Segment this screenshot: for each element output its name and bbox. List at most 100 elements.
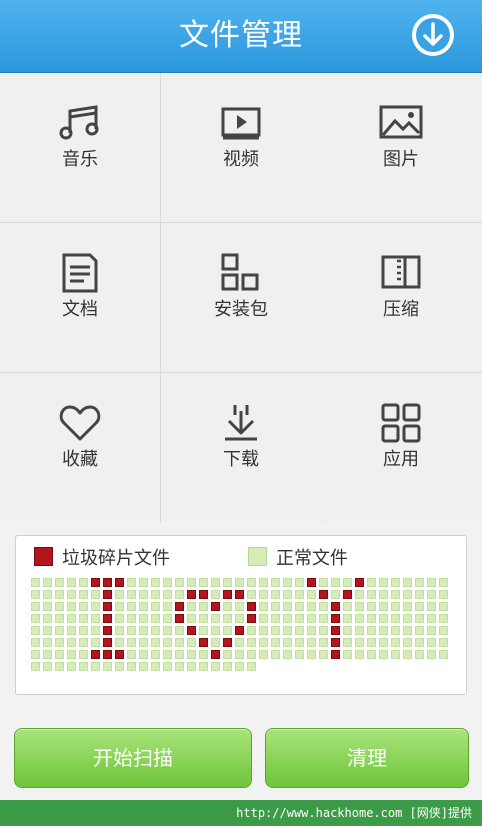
normal-block — [247, 650, 256, 659]
normal-block — [67, 650, 76, 659]
normal-block — [199, 614, 208, 623]
category-downloads[interactable]: 下载 — [161, 373, 321, 522]
normal-block — [427, 590, 436, 599]
normal-block — [175, 638, 184, 647]
category-documents[interactable]: 文档 — [0, 223, 160, 372]
category-label: 图片 — [383, 149, 419, 170]
normal-block — [415, 578, 424, 587]
category-label: 视频 — [223, 149, 259, 170]
normal-block — [379, 650, 388, 659]
download-circle-icon[interactable] — [410, 12, 456, 58]
category-pictures[interactable]: 图片 — [321, 73, 481, 222]
junk-block — [331, 626, 340, 635]
normal-block — [403, 590, 412, 599]
normal-block — [115, 626, 124, 635]
normal-block — [175, 626, 184, 635]
normal-block — [379, 602, 388, 611]
category-apps[interactable]: 应用 — [321, 373, 481, 522]
watermark-text: http://www.hackhome.com [网侠]提供 — [236, 806, 472, 820]
junk-block — [223, 590, 232, 599]
normal-block — [31, 638, 40, 647]
normal-block — [403, 650, 412, 659]
normal-block — [307, 590, 316, 599]
normal-block — [259, 626, 268, 635]
normal-block — [427, 638, 436, 647]
normal-block — [67, 662, 76, 671]
normal-block — [127, 602, 136, 611]
normal-block — [187, 602, 196, 611]
junk-block — [175, 602, 184, 611]
normal-block — [139, 650, 148, 659]
category-label: 音乐 — [62, 149, 98, 170]
normal-block — [439, 626, 448, 635]
normal-block — [247, 590, 256, 599]
clean-button[interactable]: 清理 — [265, 728, 469, 788]
normal-block — [307, 602, 316, 611]
normal-block — [163, 614, 172, 623]
normal-block — [379, 614, 388, 623]
normal-block — [67, 626, 76, 635]
normal-block — [67, 578, 76, 587]
normal-block — [247, 638, 256, 647]
normal-swatch — [248, 547, 267, 566]
normal-block — [343, 578, 352, 587]
category-video[interactable]: 视频 — [161, 73, 321, 222]
normal-block — [271, 614, 280, 623]
category-packages[interactable]: 安装包 — [161, 223, 321, 372]
normal-block — [91, 614, 100, 623]
normal-block — [151, 638, 160, 647]
normal-block — [319, 602, 328, 611]
normal-block — [127, 614, 136, 623]
normal-block — [331, 590, 340, 599]
normal-block — [367, 578, 376, 587]
junk-swatch — [34, 547, 53, 566]
normal-block — [403, 638, 412, 647]
normal-block — [343, 650, 352, 659]
download-arrow-icon — [225, 405, 257, 441]
normal-block — [415, 650, 424, 659]
start-scan-button[interactable]: 开始扫描 — [14, 728, 252, 788]
normal-block — [187, 638, 196, 647]
junk-block — [199, 590, 208, 599]
normal-block — [295, 638, 304, 647]
normal-block — [343, 638, 352, 647]
normal-block — [295, 614, 304, 623]
category-music[interactable]: 音乐 — [0, 73, 160, 222]
normal-block — [67, 590, 76, 599]
junk-block — [343, 590, 352, 599]
normal-block — [55, 638, 64, 647]
normal-block — [403, 614, 412, 623]
normal-block — [439, 590, 448, 599]
junk-block — [199, 638, 208, 647]
apps-grid-icon — [381, 403, 421, 443]
normal-block — [223, 650, 232, 659]
normal-block — [295, 626, 304, 635]
normal-block — [391, 578, 400, 587]
normal-block — [391, 650, 400, 659]
category-label: 压缩 — [383, 299, 419, 320]
normal-block — [319, 626, 328, 635]
normal-block — [115, 638, 124, 647]
junk-block — [187, 590, 196, 599]
normal-block — [235, 638, 244, 647]
normal-block — [319, 578, 328, 587]
category-archives[interactable]: 压缩 — [321, 223, 481, 372]
normal-block — [211, 626, 220, 635]
normal-block — [79, 638, 88, 647]
normal-block — [295, 602, 304, 611]
normal-block — [115, 590, 124, 599]
normal-block — [307, 638, 316, 647]
normal-block — [259, 650, 268, 659]
normal-block — [67, 638, 76, 647]
junk-block — [103, 602, 112, 611]
normal-block — [295, 578, 304, 587]
category-favorites[interactable]: 收藏 — [0, 373, 160, 522]
junk-block — [103, 578, 112, 587]
normal-block — [103, 662, 112, 671]
normal-block — [391, 638, 400, 647]
normal-block — [355, 614, 364, 623]
normal-block — [139, 578, 148, 587]
normal-block — [31, 578, 40, 587]
normal-block — [127, 590, 136, 599]
normal-block — [31, 650, 40, 659]
